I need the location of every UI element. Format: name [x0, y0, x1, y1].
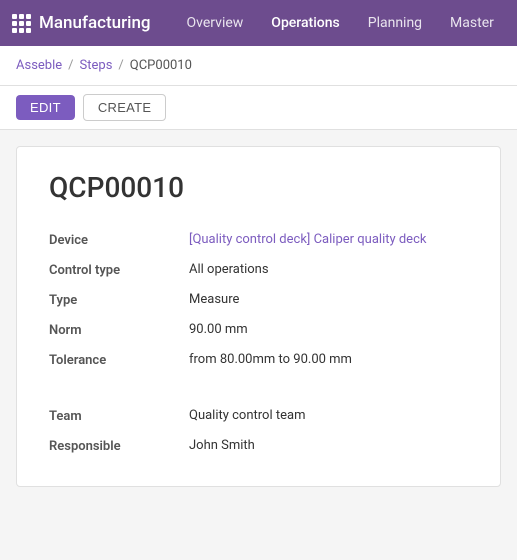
breadcrumb-asseble[interactable]: Asseble: [16, 58, 62, 73]
edit-button[interactable]: EDIT: [16, 95, 75, 120]
breadcrumb-steps[interactable]: Steps: [80, 58, 113, 73]
nav-link-master[interactable]: Master: [438, 11, 506, 35]
value-type: Measure: [189, 292, 468, 307]
value-team: Quality control team: [189, 408, 468, 423]
navbar-title: Manufacturing: [39, 13, 151, 33]
label-tolerance: Tolerance: [49, 352, 189, 368]
value-norm: 90.00 mm: [189, 322, 468, 337]
navbar: Manufacturing Overview Operations Planni…: [0, 0, 517, 46]
breadcrumb-sep2: /: [118, 58, 123, 73]
breadcrumb-current: QCP00010: [130, 58, 192, 73]
label-responsible: Responsible: [49, 438, 189, 454]
navbar-logo[interactable]: Manufacturing: [12, 13, 151, 33]
label-team: Team: [49, 408, 189, 424]
create-button[interactable]: CREATE: [83, 94, 167, 121]
action-bar: EDIT CREATE: [0, 86, 517, 130]
value-tolerance: from 80.00mm to 90.00 mm: [189, 352, 468, 367]
value-responsible: John Smith: [189, 438, 468, 453]
nav-link-operations[interactable]: Operations: [259, 11, 351, 35]
label-device: Device: [49, 232, 189, 248]
breadcrumb: Asseble / Steps / QCP00010: [0, 46, 517, 86]
navbar-links: Overview Operations Planning Master: [175, 11, 506, 35]
form-divider: [49, 382, 468, 394]
breadcrumb-sep1: /: [68, 58, 73, 73]
record-title: QCP00010: [49, 171, 468, 204]
form-section-1: Device [Quality control deck] Caliper qu…: [49, 232, 468, 454]
nav-link-planning[interactable]: Planning: [356, 11, 434, 35]
label-norm: Norm: [49, 322, 189, 338]
label-type: Type: [49, 292, 189, 308]
nav-link-overview[interactable]: Overview: [175, 11, 256, 35]
main-content: QCP00010 Device [Quality control deck] C…: [0, 130, 517, 560]
record-card: QCP00010 Device [Quality control deck] C…: [16, 146, 501, 487]
value-control-type: All operations: [189, 262, 468, 277]
label-control-type: Control type: [49, 262, 189, 278]
apps-icon[interactable]: [12, 14, 31, 33]
value-device[interactable]: [Quality control deck] Caliper quality d…: [189, 232, 468, 247]
